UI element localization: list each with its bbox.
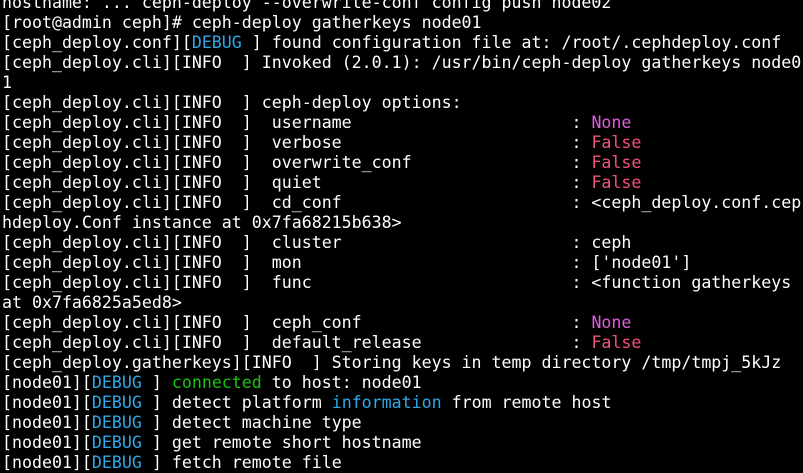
- terminal-line: [ceph_deploy.cli][INFO ] mon : ['node01'…: [2, 253, 803, 273]
- terminal-text: [node01][: [2, 393, 92, 412]
- terminal-highlight-text: False: [591, 153, 642, 172]
- terminal-line: [ceph_deploy.cli][INFO ] cluster : ceph: [2, 233, 803, 253]
- terminal-highlight-text: DEBUG: [91, 413, 142, 432]
- terminal-text: [root@admin ceph]# ceph-deploy gatherkey…: [2, 13, 482, 32]
- terminal-text: [ceph_deploy.cli][INFO ] Invoked (2.0.1)…: [2, 53, 802, 72]
- terminal-line: [node01][DEBUG ] connected to host: node…: [2, 373, 803, 393]
- terminal-text: [ceph_deploy.cli][INFO ] ceph_conf :: [2, 313, 592, 332]
- terminal-highlight-text: False: [591, 333, 642, 352]
- terminal-text: [ceph_deploy.cli][INFO ] cluster : ceph: [2, 233, 632, 252]
- terminal-text: at 0x7fa6825a5ed8>: [2, 293, 182, 312]
- terminal-line: at 0x7fa6825a5ed8>: [2, 293, 803, 313]
- terminal-text: ] fetch remote file: [141, 453, 342, 472]
- terminal-highlight-text: False: [591, 133, 642, 152]
- terminal-line: [ceph_deploy.cli][INFO ] cd_conf : <ceph…: [2, 193, 803, 213]
- terminal-line: [ceph_deploy.cli][INFO ] ceph-deploy opt…: [2, 93, 803, 113]
- terminal-line: [ceph_deploy.gatherkeys][INFO ] Storing …: [2, 353, 803, 373]
- terminal-text: hdeploy.Conf instance at 0x7fa68215b638>: [2, 213, 402, 232]
- terminal-text: [ceph_deploy.cli][INFO ] username :: [2, 113, 592, 132]
- terminal-text: ] detect machine type: [141, 413, 362, 432]
- terminal-highlight-text: None: [591, 113, 632, 132]
- terminal-text: ] detect platform: [141, 393, 332, 412]
- terminal-line: [node01][DEBUG ] fetch remote file: [2, 453, 803, 473]
- terminal-highlight-text: DEBUG: [91, 393, 142, 412]
- terminal-text: [node01][: [2, 373, 92, 392]
- terminal-line: [node01][DEBUG ] get remote short hostna…: [2, 433, 803, 453]
- terminal-text: to host: node01: [261, 373, 422, 392]
- terminal-line: [ceph_deploy.cli][INFO ] verbose : False: [2, 133, 803, 153]
- terminal-text: 1: [2, 73, 12, 92]
- terminal-text: [ceph_deploy.cli][INFO ] func : <functio…: [2, 273, 792, 292]
- terminal-line: [node01][DEBUG ] detect machine type: [2, 413, 803, 433]
- terminal-text: ]: [141, 373, 172, 392]
- terminal-text: [ceph_deploy.cli][INFO ] default_release…: [2, 333, 592, 352]
- terminal-text: [ceph_deploy.cli][INFO ] mon : ['node01'…: [2, 253, 692, 272]
- terminal-line: hdeploy.Conf instance at 0x7fa68215b638>: [2, 213, 803, 233]
- terminal-line: [ceph_deploy.cli][INFO ] Invoked (2.0.1)…: [2, 53, 803, 73]
- terminal-text: [ceph_deploy.cli][INFO ] quiet :: [2, 173, 592, 192]
- terminal-highlight-text: False: [591, 173, 642, 192]
- terminal-text: [node01][: [2, 453, 92, 472]
- terminal-line: [ceph_deploy.cli][INFO ] default_release…: [2, 333, 803, 353]
- terminal-line: hostname: ... ceph-deploy --overwrite-co…: [2, 0, 803, 13]
- terminal-line: [ceph_deploy.cli][INFO ] overwrite_conf …: [2, 153, 803, 173]
- terminal-highlight-text: DEBUG: [91, 453, 142, 472]
- terminal-highlight-text: DEBUG: [91, 433, 142, 452]
- terminal-line: [node01][DEBUG ] detect platform informa…: [2, 393, 803, 413]
- terminal-text: ] get remote short hostname: [141, 433, 422, 452]
- terminal-line: [ceph_deploy.cli][INFO ] username : None: [2, 113, 803, 133]
- terminal-text: [ceph_deploy.cli][INFO ] ceph-deploy opt…: [2, 93, 462, 112]
- terminal-line: 1: [2, 73, 803, 93]
- terminal-highlight-text: information: [331, 393, 442, 412]
- terminal-line: [ceph_deploy.conf][DEBUG ] found configu…: [2, 33, 803, 53]
- terminal-text: [ceph_deploy.cli][INFO ] overwrite_conf …: [2, 153, 592, 172]
- terminal-line: [root@admin ceph]# ceph-deploy gatherkey…: [2, 13, 803, 33]
- terminal-text: ] found configuration file at: /root/.ce…: [241, 33, 782, 52]
- terminal-highlight-text: connected: [171, 373, 262, 392]
- terminal-text: [ceph_deploy.gatherkeys][INFO ] Storing …: [2, 353, 782, 372]
- terminal-line: [ceph_deploy.cli][INFO ] quiet : False: [2, 173, 803, 193]
- terminal-highlight-text: DEBUG: [91, 373, 142, 392]
- terminal-text: from remote host: [441, 393, 612, 412]
- terminal-text: [ceph_deploy.cli][INFO ] cd_conf : <ceph…: [2, 193, 802, 212]
- terminal-highlight-text: None: [591, 313, 632, 332]
- terminal-text: hostname: ... ceph-deploy --overwrite-co…: [2, 0, 612, 12]
- terminal-line: [ceph_deploy.cli][INFO ] func : <functio…: [2, 273, 803, 293]
- terminal-text: [node01][: [2, 413, 92, 432]
- terminal-line: [ceph_deploy.cli][INFO ] ceph_conf : Non…: [2, 313, 803, 333]
- terminal-text: [node01][: [2, 433, 92, 452]
- terminal-text: [ceph_deploy.cli][INFO ] verbose :: [2, 133, 592, 152]
- terminal-text: [ceph_deploy.conf][: [2, 33, 192, 52]
- terminal-output[interactable]: hostname: ... ceph-deploy --overwrite-co…: [2, 0, 803, 473]
- terminal-highlight-text: DEBUG: [191, 33, 242, 52]
